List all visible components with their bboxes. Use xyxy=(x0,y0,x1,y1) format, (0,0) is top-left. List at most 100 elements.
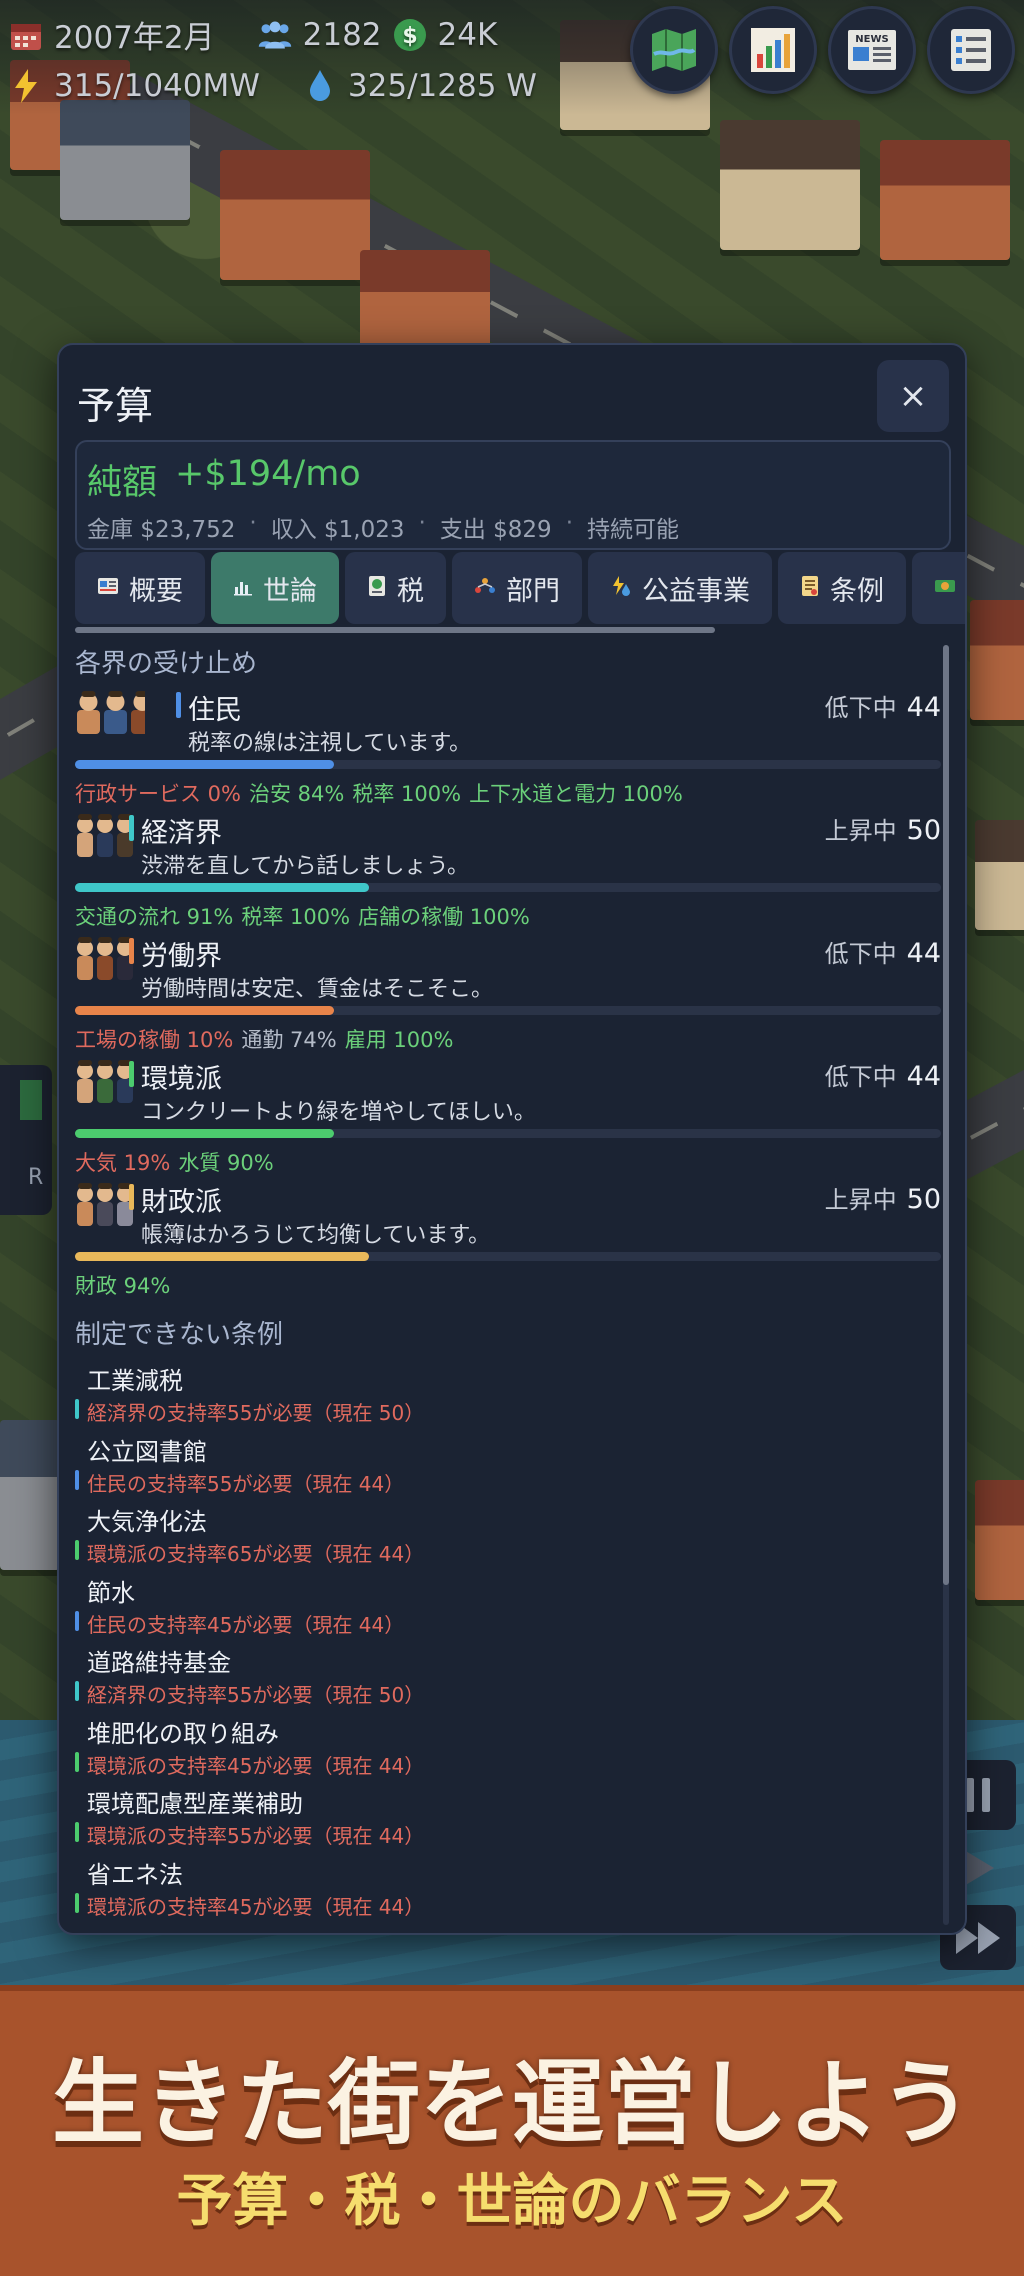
hud-power: 315/1040MW xyxy=(54,68,260,104)
left-widget-indicator xyxy=(20,1080,42,1120)
map-icon xyxy=(652,29,696,71)
factor-item: 上下水道と電力 100% xyxy=(469,782,683,806)
map-button[interactable] xyxy=(630,6,718,94)
news-icon-label: NEWS xyxy=(855,34,888,45)
tab-overview[interactable]: 概要 xyxy=(75,552,205,624)
budget-panel: 予算 × 純額 +$194/mo 金庫 $23,752 · 収入 $1,023 … xyxy=(57,343,967,1935)
news-button[interactable]: NEWS xyxy=(828,6,916,94)
ordinance-group-marker xyxy=(75,1469,79,1490)
locked-ordinance-item[interactable]: 節水住民の支持率45が必要（現在 44） xyxy=(75,1573,941,1643)
treasury-text: 金庫 $23,752 xyxy=(87,517,236,543)
factor-item: 行政サービス 0% xyxy=(75,782,241,806)
group-quote: 労働時間は安定、賃金はそこそこ。 xyxy=(141,977,494,1002)
promo-banner: 生きた街を運営しよう 予算・税・世論のバランス xyxy=(0,1985,1024,2276)
group-portrait-icon xyxy=(77,937,133,980)
house xyxy=(720,120,860,250)
tab-label: 債 xyxy=(966,569,967,608)
factor-item: 税率 100% xyxy=(241,905,351,929)
tab-departments[interactable]: 部門 xyxy=(452,552,582,624)
population-icon xyxy=(257,17,293,53)
house xyxy=(60,100,190,220)
tab-bonds[interactable]: 債 xyxy=(912,552,967,624)
calendar-icon xyxy=(8,17,44,53)
overview-icon xyxy=(97,576,119,601)
ordinance-group-marker xyxy=(75,1751,79,1772)
group-factors: 財政 94% xyxy=(75,1270,170,1300)
separator: · xyxy=(565,510,574,536)
close-icon: × xyxy=(898,376,928,416)
group-trend: 低下中 44 xyxy=(825,688,941,723)
house xyxy=(975,820,1024,930)
panel-title: 予算 xyxy=(77,384,154,428)
approval-bar-fill xyxy=(75,760,335,769)
factor-item: 通勤 74% xyxy=(241,1028,337,1052)
group-name: 住民 xyxy=(188,695,242,726)
tab-label: 条例 xyxy=(830,575,884,607)
ordinance-name: 堆肥化の取り組み xyxy=(87,1719,279,1748)
group-quote: 渋滞を直してから話しましょう。 xyxy=(141,854,470,879)
ordinance-group-marker xyxy=(75,1892,79,1913)
ordinance-requirement: 環境派の支持率55が必要（現在 44） xyxy=(87,1824,425,1848)
group-trend: 低下中 44 xyxy=(825,934,941,969)
group-trend-label: 低下中 xyxy=(824,1063,897,1091)
locked-ordinance-item[interactable]: 公立図書館 住民の支持率55が必要（現在 44） xyxy=(75,1432,941,1502)
group-trend: 上昇中 50 xyxy=(825,1180,941,1215)
ordinance-name: 公立図書館 xyxy=(87,1437,207,1466)
ordinance-icon xyxy=(800,575,820,602)
stakeholder-group: 経済界 上昇中 50 渋滞を直してから話しましょう。 交通の流れ 91% 税率 100% 店… xyxy=(75,811,941,929)
tab-scrollbar[interactable] xyxy=(75,627,715,633)
group-factors: 交通の流れ 91% 税率 100% 店舗の稼働 100% xyxy=(75,901,530,931)
ordinance-name: 環境配慮型産業補助 xyxy=(87,1790,303,1818)
group-color-marker xyxy=(129,1184,134,1210)
locked-ordinance-item[interactable]: 省エネ法 環境派の支持率45が必要（現在 44） xyxy=(75,1855,941,1925)
locked-ordinance-item[interactable]: 道路維持基金 経済界の支持率55が必要（現在 50） xyxy=(75,1643,941,1713)
content-scrollbar-thumb[interactable] xyxy=(943,645,949,1585)
tab-opinion[interactable]: 世論 xyxy=(211,552,339,624)
factor-item: 水質 90% xyxy=(178,1151,274,1175)
approval-bar-fill xyxy=(75,1129,335,1138)
ordinance-requirement: 環境派の支持率45が必要（現在 44） xyxy=(87,1753,425,1778)
bond-icon xyxy=(934,576,956,601)
ordinance-requirement: 環境派の支持率65が必要（現在 44） xyxy=(87,1542,425,1566)
power-icon xyxy=(8,68,44,104)
group-trend-label: 上昇中 xyxy=(824,1186,897,1214)
ordinance-name: 節水 xyxy=(87,1578,135,1607)
hud-row-utilities: 315/1040MW 325/1285 W xyxy=(8,68,537,104)
tab-tax[interactable]: 税 xyxy=(345,552,446,624)
factor-item: 治安 84% xyxy=(249,782,345,806)
left-side-widget[interactable]: R xyxy=(0,1065,52,1215)
locked-ordinance-item[interactable]: 工業減税 経済界の支持率55が必要（現在 50） xyxy=(75,1361,941,1431)
banner-title: 生きた街を運営しよう xyxy=(51,2050,972,2157)
stakeholder-group: 住民 低下中 44 税率の線は注視しています。 行政サービス 0% 治安 84% 税率 10… xyxy=(75,688,941,806)
tab-label: 部門 xyxy=(506,575,560,607)
locked-ordinance-item[interactable]: 堆肥化の取り組み環境派の支持率45が必要（現在 44） xyxy=(75,1714,941,1784)
factor-item: 税率 100% xyxy=(352,782,462,806)
menu-button[interactable] xyxy=(927,6,1015,94)
close-button[interactable]: × xyxy=(877,360,949,432)
ordinance-requirement: 住民の支持率45が必要（現在 44） xyxy=(87,1612,405,1637)
menu-list-icon xyxy=(951,29,991,71)
group-color-marker xyxy=(129,1061,134,1087)
group-color-marker xyxy=(176,692,181,718)
hud-water: 325/1285 W xyxy=(347,68,537,104)
tab-ordinances[interactable]: 条例 xyxy=(778,552,906,624)
group-factors: 大気 19% 水質 90% xyxy=(75,1147,274,1177)
factor-item: 工場の稼働 10% xyxy=(75,1028,234,1052)
group-portrait-icon xyxy=(77,691,145,734)
locked-ordinance-item[interactable]: 環境配慮型産業補助環境派の支持率55が必要（現在 44） xyxy=(75,1784,941,1854)
group-trend: 上昇中 50 xyxy=(825,811,941,846)
ordinance-group-marker xyxy=(75,1681,79,1701)
ordinance-requirement: 環境派の支持率45が必要（現在 44） xyxy=(87,1894,425,1919)
locked-ordinance-item[interactable]: 大気浄化法 環境派の支持率65が必要（現在 44） xyxy=(75,1502,941,1572)
group-portrait-icon xyxy=(77,1183,133,1226)
stats-button[interactable] xyxy=(729,6,817,94)
approval-bar xyxy=(75,1252,941,1261)
tab-utilities[interactable]: 公益事業 xyxy=(588,552,772,624)
factor-item: 雇用 100% xyxy=(344,1028,454,1052)
tab-label: 世論 xyxy=(263,575,317,607)
stakeholder-group: 環境派 低下中 44 コンクリートより緑を増やしてほしい。 大気 19% 水質 90% xyxy=(75,1057,941,1175)
group-trend: 低下中 44 xyxy=(825,1057,941,1092)
group-trend-label: 低下中 xyxy=(824,694,897,722)
tab-label: 公益事業 xyxy=(642,575,750,607)
approval-bar xyxy=(75,760,941,769)
